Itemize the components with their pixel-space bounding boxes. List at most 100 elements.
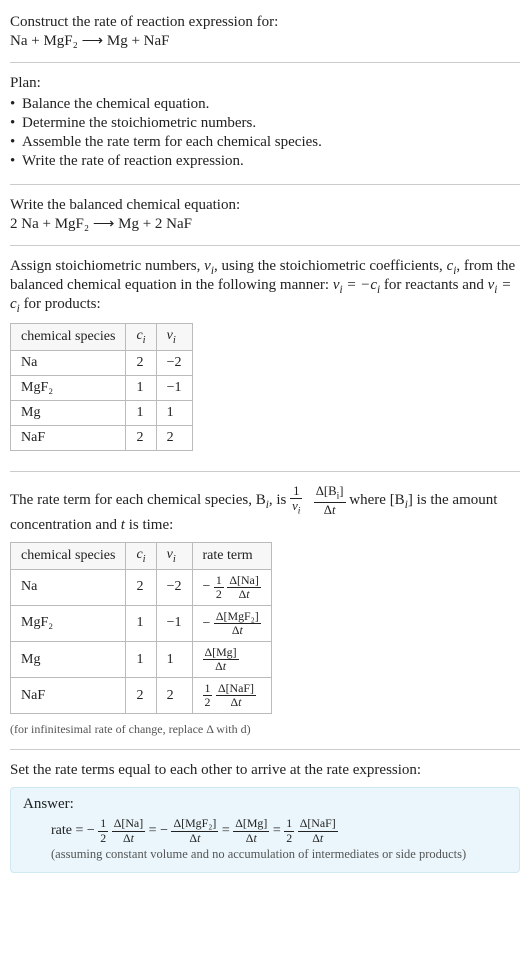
text: for reactants and	[380, 277, 487, 293]
bullet-icon: •	[10, 115, 22, 132]
cell-nui: 2	[156, 425, 192, 450]
prompt-text: Construct the rate of reaction expressio…	[10, 14, 520, 31]
col-rate: rate term	[192, 542, 271, 569]
text: The rate term for each chemical species,…	[10, 492, 266, 508]
plan-item: •Balance the chemical equation.	[10, 96, 520, 113]
stoich-table: chemical species ci νi Na2−2MgF₂1−1Mg11N…	[10, 323, 193, 451]
table-row: MgF₂1−1	[11, 375, 193, 400]
rateterm-intro: The rate term for each chemical species,…	[10, 492, 497, 533]
cell-nui: 2	[156, 678, 192, 714]
plan-label: Plan:	[10, 75, 520, 92]
table-row: Na2−2 − 12 Δ[Na]Δt	[11, 569, 272, 605]
text: where [B	[349, 492, 404, 508]
frac-one-over-nu: 1 νi	[290, 484, 302, 517]
cell-ci: 1	[126, 375, 156, 400]
cell-species: Mg	[11, 400, 126, 425]
answer-box: Answer: rate = − 12 Δ[Na]Δt = − Δ[MgF₂]Δ…	[10, 787, 520, 872]
cell-nui: −1	[156, 375, 192, 400]
rateterm-table: chemical species ci νi rate term Na2−2− …	[10, 542, 272, 715]
rate-word: rate =	[51, 823, 87, 838]
text: is time:	[125, 517, 173, 533]
final-section: Set the rate terms equal to each other t…	[10, 756, 520, 878]
cell-rate: − 12 Δ[Na]Δt	[192, 569, 271, 605]
balanced-label: Write the balanced chemical equation:	[10, 197, 520, 214]
table-row: MgF₂1−1 − Δ[MgF₂]Δt	[11, 605, 272, 641]
cell-ci: 1	[126, 605, 156, 641]
equals-sign: =	[145, 823, 160, 838]
cell-nui: −2	[156, 569, 192, 605]
rate-term: − Δ[MgF₂]Δt	[160, 823, 218, 838]
rateterm-section: The rate term for each chemical species,…	[10, 478, 520, 744]
balanced-equation: 2 Na + MgF₂ ⟶ Mg + 2 NaF	[10, 214, 520, 233]
cell-ci: 2	[126, 678, 156, 714]
col-nui: νi	[156, 324, 192, 351]
rate-term: − 12 Δ[Na]Δt	[203, 579, 261, 594]
rate-term: 12 Δ[NaF]Δt	[284, 823, 338, 838]
cell-species: NaF	[11, 678, 126, 714]
equals-sign: =	[218, 823, 233, 838]
divider	[10, 471, 520, 472]
divider	[10, 184, 520, 185]
divider	[10, 245, 520, 246]
stoich-intro: Assign stoichiometric numbers, νi, using…	[10, 258, 515, 312]
table-row: Mg11Δ[Mg]Δt	[11, 642, 272, 678]
cell-ci: 2	[126, 425, 156, 450]
bullet-icon: •	[10, 96, 22, 113]
equals-sign: =	[269, 823, 284, 838]
col-ci: ci	[126, 324, 156, 351]
answer-label: Answer:	[23, 796, 507, 813]
table-row: Mg11	[11, 400, 193, 425]
cell-nui: −2	[156, 350, 192, 375]
divider	[10, 749, 520, 750]
assumption-note: (assuming constant volume and no accumul…	[51, 847, 507, 862]
cell-ci: 1	[126, 642, 156, 678]
rel-reactants: νi = −ci	[333, 277, 380, 293]
stoich-section: Assign stoichiometric numbers, νi, using…	[10, 252, 520, 465]
cell-nui: 1	[156, 642, 192, 678]
plan-item-text: Determine the stoichiometric numbers.	[22, 115, 256, 132]
balanced-section: Write the balanced chemical equation: 2 …	[10, 191, 520, 239]
plan-item-text: Write the rate of reaction expression.	[22, 153, 244, 170]
text: Assign stoichiometric numbers,	[10, 258, 204, 274]
cell-species: Mg	[11, 642, 126, 678]
plan-item-text: Balance the chemical equation.	[22, 96, 209, 113]
table-row: NaF2212 Δ[NaF]Δt	[11, 678, 272, 714]
cell-rate: Δ[Mg]Δt	[192, 642, 271, 678]
cell-nui: −1	[156, 605, 192, 641]
cell-species: Na	[11, 569, 126, 605]
plan-item: •Determine the stoichiometric numbers.	[10, 115, 520, 132]
plan-item: •Assemble the rate term for each chemica…	[10, 134, 520, 151]
unbalanced-equation: Na + MgF₂ ⟶ Mg + NaF	[10, 31, 520, 50]
table-row: NaF22	[11, 425, 193, 450]
nu-i: νi	[204, 258, 214, 274]
table-row: Na2−2	[11, 350, 193, 375]
cell-ci: 2	[126, 569, 156, 605]
text: , is	[269, 492, 290, 508]
rate-expression: rate = − 12 Δ[Na]Δt = − Δ[MgF₂]Δt = Δ[Mg…	[51, 817, 507, 844]
plan-item-text: Assemble the rate term for each chemical…	[22, 134, 322, 151]
bullet-icon: •	[10, 134, 22, 151]
cell-nui: 1	[156, 400, 192, 425]
header-section: Construct the rate of reaction expressio…	[10, 8, 520, 56]
num: Δ[Bi]	[314, 484, 346, 503]
text: for products:	[20, 296, 101, 312]
rate-term: Δ[Mg]Δt	[203, 652, 239, 667]
cell-species: MgF₂	[11, 605, 126, 641]
frac-dBi-dt: Δ[Bi] Δt	[314, 484, 346, 517]
num: 1	[290, 484, 302, 499]
text: , using the stoichiometric coefficients,	[214, 258, 447, 274]
col-species: chemical species	[11, 324, 126, 351]
cell-species: Na	[11, 350, 126, 375]
infinitesimal-note: (for infinitesimal rate of change, repla…	[10, 722, 520, 737]
rate-term: Δ[Mg]Δt	[233, 823, 269, 838]
rate-term: − Δ[MgF₂]Δt	[203, 616, 261, 631]
bullet-icon: •	[10, 153, 22, 170]
cell-rate: − Δ[MgF₂]Δt	[192, 605, 271, 641]
col-nui: νi	[156, 542, 192, 569]
plan-section: Plan: •Balance the chemical equation.•De…	[10, 69, 520, 178]
final-intro: Set the rate terms equal to each other t…	[10, 762, 520, 779]
divider	[10, 62, 520, 63]
plan-list: •Balance the chemical equation.•Determin…	[10, 96, 520, 170]
col-species: chemical species	[11, 542, 126, 569]
den: Δt	[314, 503, 346, 517]
